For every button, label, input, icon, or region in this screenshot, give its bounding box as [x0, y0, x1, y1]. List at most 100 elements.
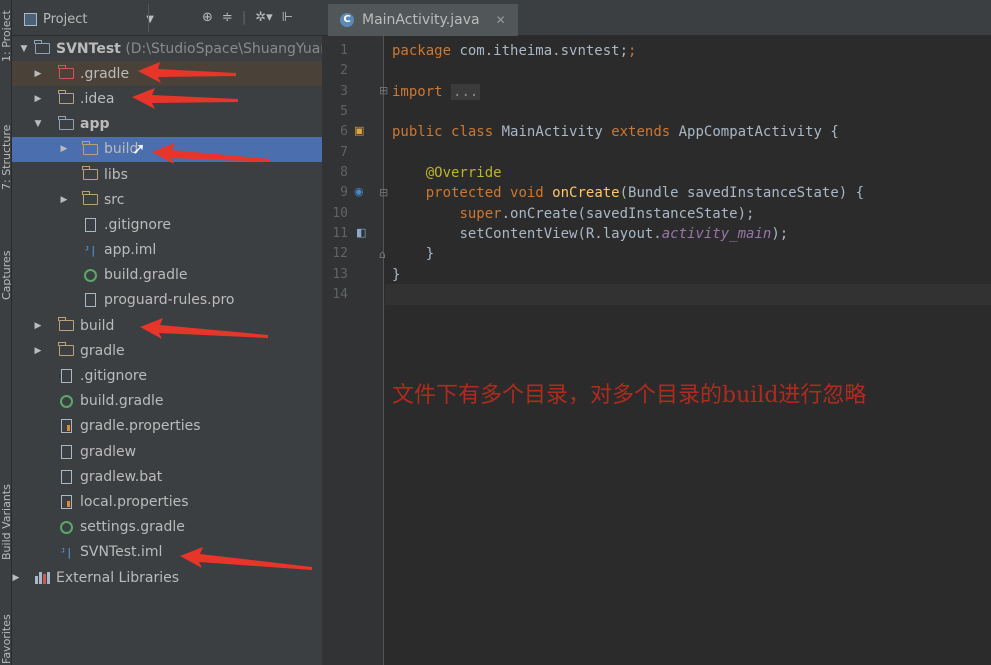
file-icon [82, 293, 98, 308]
gear-icon[interactable]: ✲▾ [255, 10, 272, 25]
tree-item-gradlew[interactable]: gradlew [12, 439, 322, 464]
tree-item-libs[interactable]: libs [12, 162, 322, 187]
java-class-icon: C [340, 13, 354, 27]
expand-arrow-icon[interactable]: ▶ [32, 321, 44, 331]
tree-item-gradle-properties[interactable]: gradle.properties [12, 414, 322, 439]
tree-item-src[interactable]: ▶ src [12, 187, 322, 212]
layout-resource-icon[interactable]: ◧ [356, 226, 366, 239]
expand-arrow-icon[interactable]: ▶ [58, 144, 70, 154]
code-line: public class MainActivity extends AppCom… [392, 124, 839, 140]
fold-collapse-icon[interactable]: ⊟ [379, 186, 388, 199]
android-activity-icon[interactable]: ▣ [354, 124, 364, 137]
project-view-selector[interactable]: Project ▼ [24, 9, 154, 29]
collapse-icon[interactable]: ≑ [222, 10, 233, 25]
tree-item-external-libraries[interactable]: ▶ External Libraries [12, 565, 322, 590]
line-number: 13 [332, 267, 348, 282]
code-line: } [392, 267, 401, 283]
folded-imports[interactable]: ... [451, 84, 481, 100]
tree-item-label: proguard-rules.pro [104, 292, 235, 309]
iml-file-icon: ᴶ| [83, 243, 97, 257]
tree-item-label: gradlew.bat [80, 468, 163, 485]
tree-item-root-build-gradle[interactable]: build.gradle [12, 389, 322, 414]
tab-label: MainActivity.java [362, 12, 480, 28]
tree-item-gradle-folder[interactable]: ▶ gradle [12, 338, 322, 363]
fold-expand-icon[interactable]: ⊞ [379, 84, 388, 97]
expand-arrow-icon[interactable]: ▶ [32, 94, 44, 104]
project-view-label: Project [43, 11, 88, 27]
current-line-highlight [385, 284, 991, 305]
tree-item-label: settings.gradle [80, 519, 185, 536]
tree-item-app-build-gradle[interactable]: build.gradle [12, 263, 322, 288]
tree-item-label: app.iml [104, 242, 157, 259]
project-panel: Project ▼ ⊕ ≑ | ✲▾ ⊩ ▼ SVNTest (D:\Studi… [12, 0, 322, 665]
code-line: protected void onCreate(Bundle savedInst… [425, 185, 865, 201]
close-icon[interactable]: ✕ [496, 13, 506, 27]
code-line: setContentView(R.layout.activity_main); [459, 226, 789, 242]
tree-item-idea[interactable]: ▶ .idea [12, 86, 322, 111]
folder-icon [58, 90, 74, 106]
tree-item-label: .gitignore [80, 368, 147, 385]
code-line: @Override [425, 165, 502, 181]
gradle-file-icon [58, 394, 74, 408]
module-folder-icon [58, 115, 74, 131]
tree-item-label: SVNTest.iml [80, 544, 163, 561]
tree-item-label: app [80, 116, 110, 133]
tree-item-app[interactable]: ▼ app [12, 112, 322, 137]
target-icon[interactable]: ⊕ [202, 10, 213, 25]
expand-arrow-icon[interactable]: ▶ [58, 195, 70, 205]
tool-window-strip: 1: Project 7: Structure Captures Build V… [0, 0, 12, 665]
tree-item-svntest-iml[interactable]: ᴶ| SVNTest.iml [12, 540, 322, 565]
file-icon [58, 444, 74, 459]
folder-icon [82, 140, 98, 156]
tree-item-local-properties[interactable]: local.properties [12, 489, 322, 514]
tree-item-root-gitignore[interactable]: .gitignore [12, 363, 322, 388]
line-number: 2 [340, 63, 348, 78]
divider [148, 4, 149, 32]
expand-arrow-icon[interactable]: ▶ [12, 573, 22, 583]
tree-item-gradlew-bat[interactable]: gradlew.bat [12, 464, 322, 489]
line-number: 6 [340, 124, 348, 139]
tree-item-app-gitignore[interactable]: .gitignore [12, 212, 322, 237]
fold-end-icon[interactable]: ⌂ [379, 248, 386, 261]
panel-toolbar: ⊕ ≑ | ✲▾ ⊩ [202, 10, 293, 25]
tree-item-gradle-dir[interactable]: ▶ .gradle [12, 61, 322, 87]
tree-item-label: SVNTest (D:\StudioSpace\ShuangYuan [56, 40, 322, 57]
expand-arrow-icon[interactable]: ▶ [32, 346, 44, 356]
divider: | [241, 10, 247, 25]
override-method-icon[interactable]: ◉ [354, 185, 364, 198]
tree-item-app-iml[interactable]: ᴶ| app.iml [12, 238, 322, 263]
gradle-file-icon [58, 520, 74, 534]
iml-file-icon: ᴶ| [59, 545, 73, 559]
line-number: 8 [340, 165, 348, 180]
tree-item-app-build[interactable]: ▶ build ➚ [12, 136, 322, 162]
expand-arrow-icon[interactable]: ▼ [18, 44, 30, 54]
tree-item-settings-gradle[interactable]: settings.gradle [12, 515, 322, 540]
line-number: 10 [332, 206, 348, 221]
editor-tab-bar: C MainActivity.java ✕ [322, 0, 991, 36]
line-number: 11 [332, 226, 348, 241]
tree-item-label: gradle [80, 342, 125, 359]
tree-item-label: .gitignore [104, 216, 171, 233]
line-number: 5 [340, 104, 348, 119]
expand-arrow-icon[interactable]: ▶ [32, 69, 44, 79]
tree-item-label: libs [104, 166, 128, 183]
libraries-icon [34, 571, 50, 585]
tree-item-svntest[interactable]: ▼ SVNTest (D:\StudioSpace\ShuangYuan [12, 36, 322, 61]
code-line: super.onCreate(savedInstanceState); [459, 206, 755, 222]
tree-item-label: build.gradle [104, 267, 188, 284]
tree-item-root-build[interactable]: ▶ build [12, 313, 322, 338]
folder-icon [82, 166, 98, 182]
folder-icon [82, 191, 98, 207]
line-number: 3 [340, 84, 348, 99]
tree-item-label: local.properties [80, 493, 189, 510]
properties-file-icon [58, 494, 74, 509]
module-folder-icon [34, 40, 50, 56]
project-tree: ▼ SVNTest (D:\StudioSpace\ShuangYuan ▶ .… [12, 36, 322, 590]
code-line: import ... [392, 84, 481, 100]
file-icon [58, 469, 74, 484]
expand-arrow-icon[interactable]: ▼ [32, 119, 44, 129]
folder-icon [58, 317, 74, 333]
hide-icon[interactable]: ⊩ [282, 10, 293, 25]
tree-item-proguard[interactable]: proguard-rules.pro [12, 288, 322, 313]
tab-mainactivity[interactable]: C MainActivity.java ✕ [328, 4, 518, 36]
